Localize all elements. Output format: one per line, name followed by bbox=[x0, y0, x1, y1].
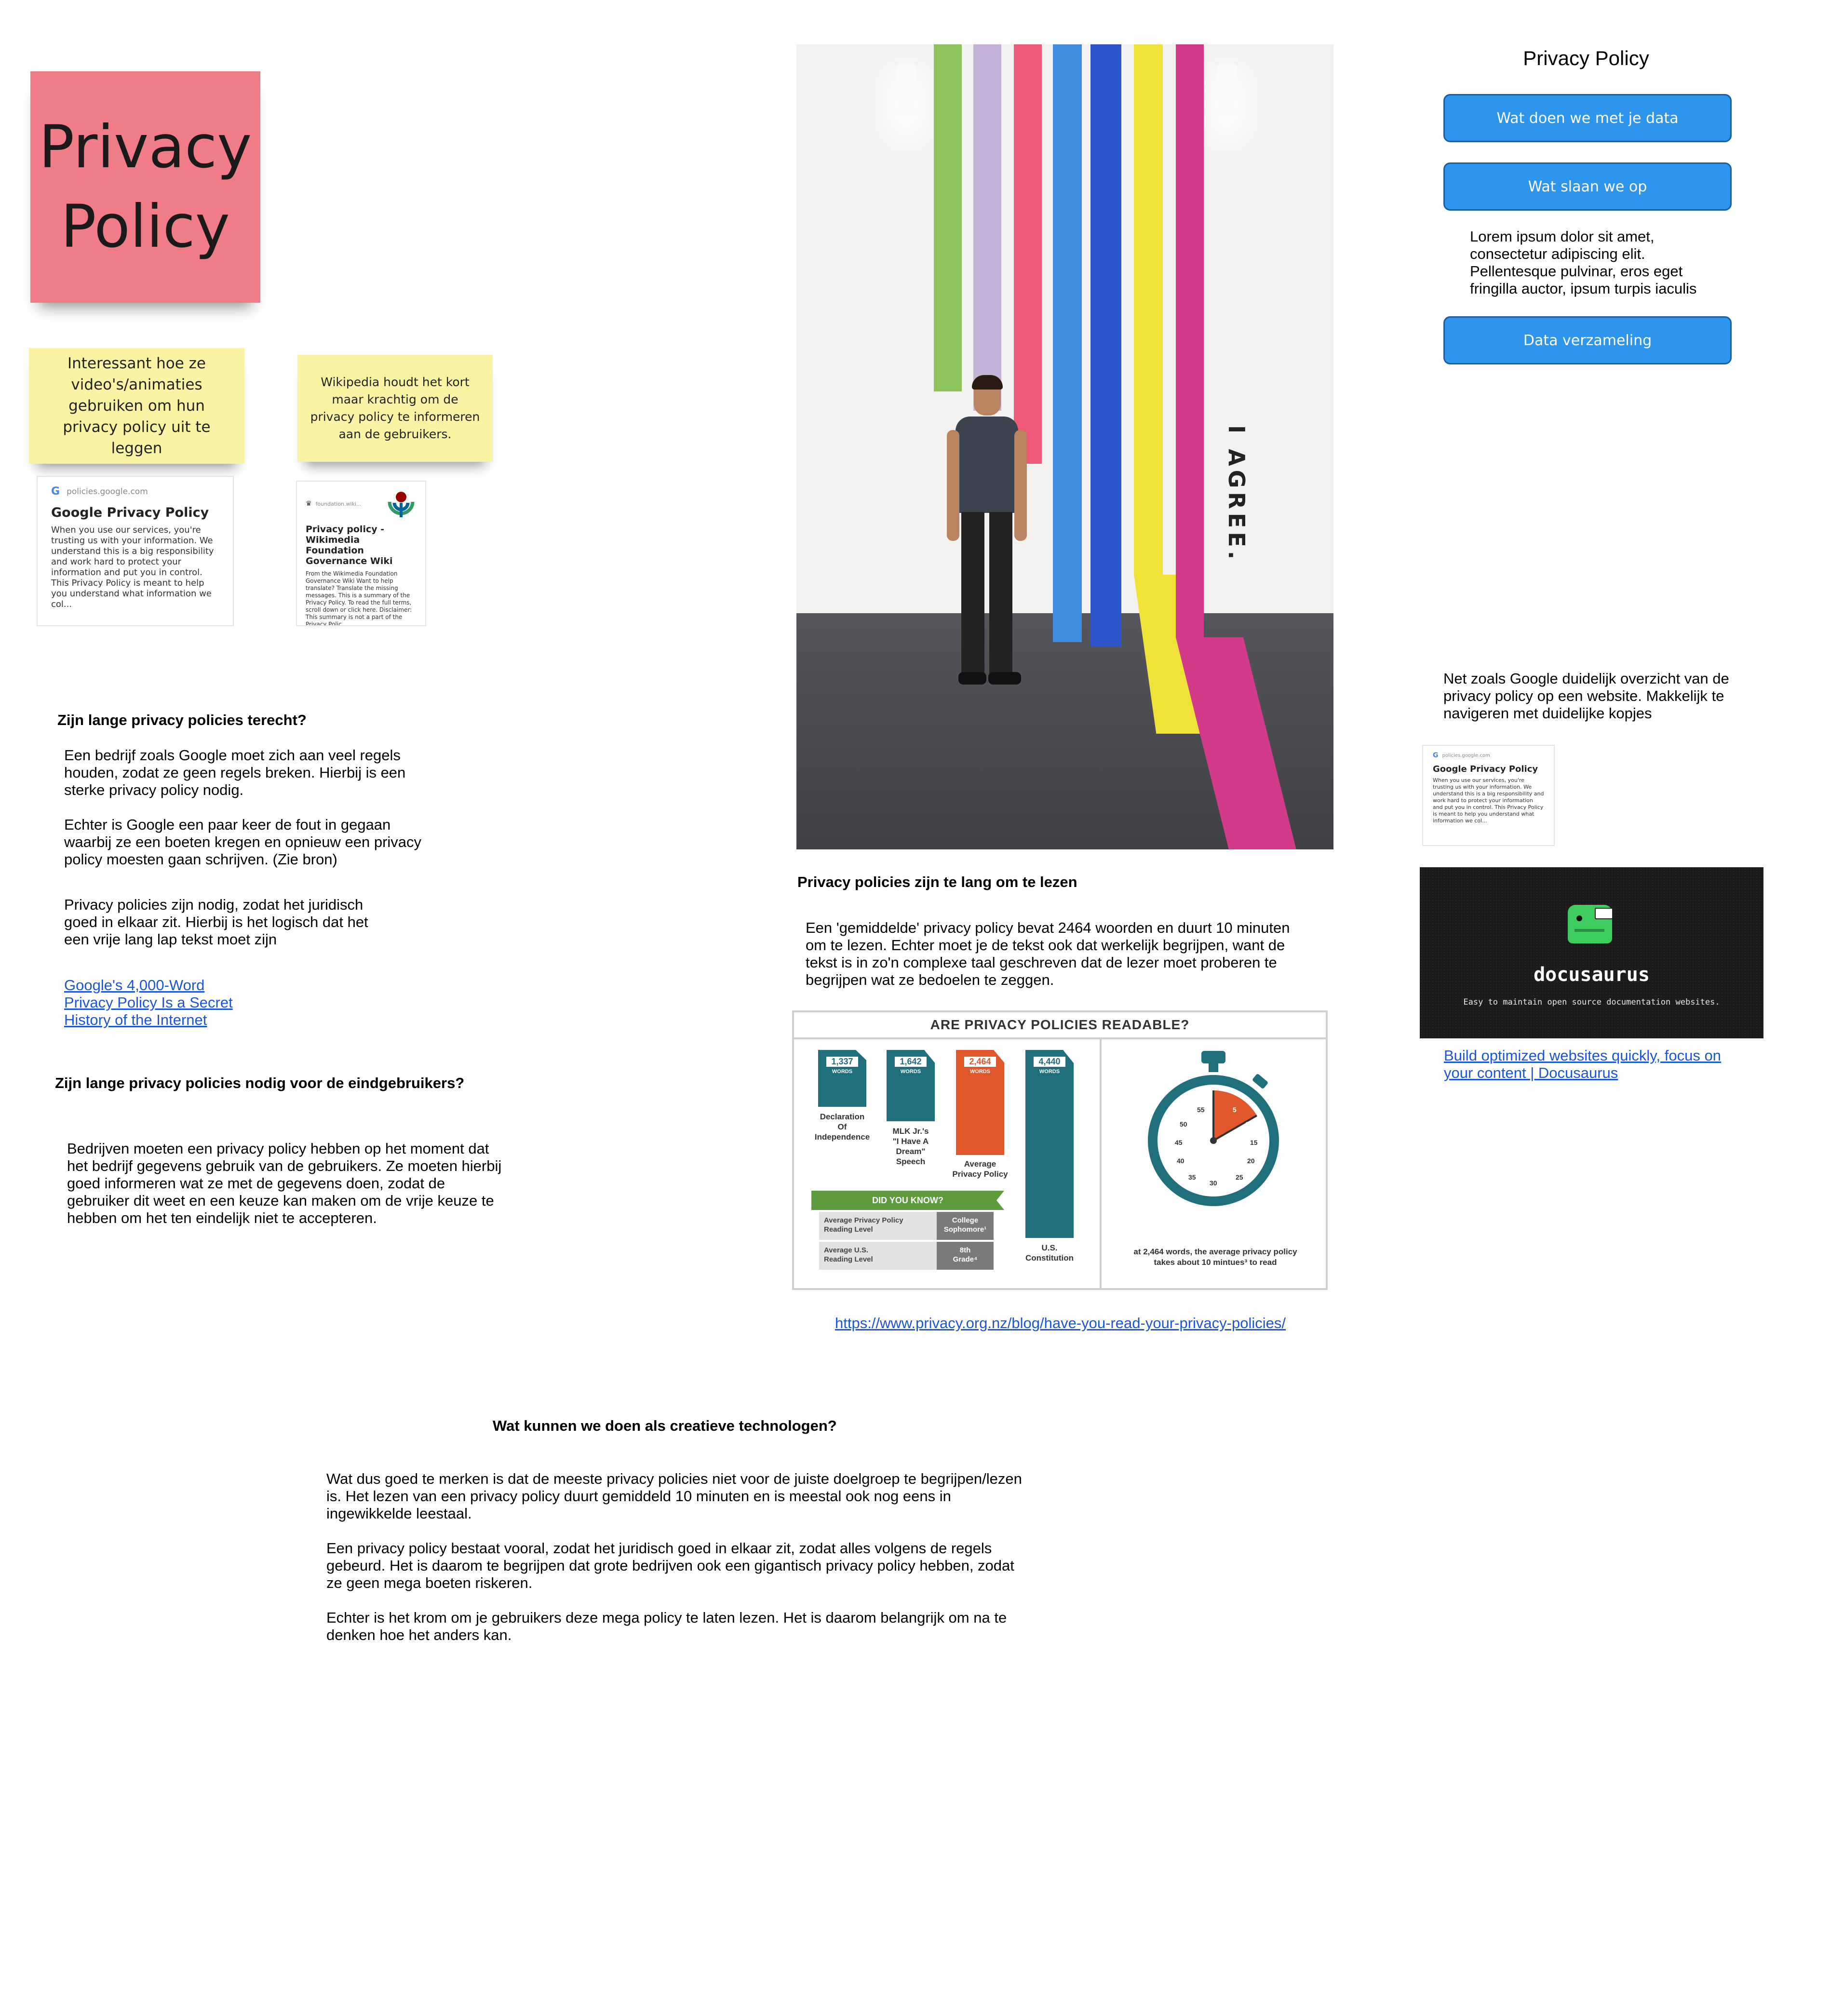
policy-scroll-blue bbox=[1053, 44, 1082, 642]
google-logo-icon: G bbox=[1433, 752, 1439, 759]
docusaurus-preview[interactable]: docusaurus Easy to maintain open source … bbox=[1420, 867, 1763, 1038]
button-what-we-store[interactable]: Wat slaan we op bbox=[1443, 162, 1732, 211]
link-privacy-secret[interactable]: Privacy Policy Is a Secret bbox=[64, 994, 233, 1011]
link-privacy-org[interactable]: https://www.privacy.org.nz/blog/have-you… bbox=[835, 1315, 1286, 1332]
title-sticky-note[interactable]: Privacy Policy bbox=[30, 71, 260, 303]
stopwatch-num: 45 bbox=[1175, 1139, 1183, 1146]
google-privacy-card[interactable]: G policies.google.com Google Privacy Pol… bbox=[37, 476, 234, 626]
stopwatch-num: 30 bbox=[1210, 1179, 1217, 1187]
google-privacy-card-small[interactable]: G policies.google.com Google Privacy Pol… bbox=[1422, 745, 1555, 846]
card-source: policies.google.com bbox=[1442, 753, 1490, 758]
text-needed-for-users: Bedrijven moeten een privacy policy hebb… bbox=[67, 1140, 502, 1226]
card-title: Privacy policy - Wikimedia Foundation Go… bbox=[306, 524, 393, 566]
policy-scroll-magenta bbox=[1176, 44, 1204, 637]
stopwatch-num: 50 bbox=[1180, 1120, 1187, 1128]
text-google-overview: Net zoals Google duidelijk overzicht van… bbox=[1443, 670, 1729, 722]
doc-count: 4,440 bbox=[1034, 1057, 1065, 1067]
reading-level-label: Average Privacy Policy Reading Level bbox=[819, 1212, 937, 1240]
policy-scroll-yellow bbox=[1134, 44, 1163, 575]
policy-scroll-lilac bbox=[973, 44, 1001, 411]
reading-level-value: College Sophomore¹ bbox=[937, 1212, 994, 1240]
stopwatch-num: 35 bbox=[1188, 1173, 1196, 1181]
doc-mlk: 1,642 WORDS bbox=[887, 1050, 935, 1121]
heading-too-long: Privacy policies zijn te lang om te leze… bbox=[797, 874, 1077, 890]
stopwatch-num: 40 bbox=[1177, 1157, 1184, 1165]
mockup-lorem: Lorem ipsum dolor sit amet, consectetur … bbox=[1470, 228, 1697, 297]
card-title: Google Privacy Policy bbox=[51, 505, 209, 520]
stopwatch-num: 10 bbox=[1245, 1120, 1253, 1128]
i-agree-photo: I AGREE. bbox=[796, 44, 1333, 849]
heading-needed-for-users: Zijn lange privacy policies nodig voor d… bbox=[55, 1075, 465, 1091]
site-favicon-icon: ♛ bbox=[306, 500, 312, 508]
doc-count: 1,642 bbox=[895, 1057, 927, 1067]
docusaurus-name: docusaurus bbox=[1534, 964, 1650, 986]
note-animations[interactable]: Interessant hoe ze video's/animaties geb… bbox=[29, 348, 244, 464]
stopwatch-num: 15 bbox=[1250, 1139, 1258, 1146]
reading-level-row: Average Privacy Policy Reading Level Col… bbox=[819, 1212, 994, 1240]
person-figure bbox=[946, 375, 1028, 714]
text-long-policies-1: Een bedrijf zoals Google moet zich aan v… bbox=[64, 747, 422, 868]
docusaurus-logo-icon bbox=[1568, 905, 1613, 943]
reading-level-value: 8th Grade⁴ bbox=[937, 1242, 994, 1270]
card-title: Google Privacy Policy bbox=[1433, 764, 1538, 774]
card-source: policies.google.com bbox=[67, 486, 148, 497]
wikimedia-logo-icon bbox=[388, 492, 415, 517]
mockup-title: Privacy Policy bbox=[1523, 47, 1649, 69]
stopwatch-num: 55 bbox=[1197, 1106, 1205, 1114]
button-data-collection[interactable]: Data verzameling bbox=[1443, 316, 1732, 364]
source-links: Google's 4,000-Word Privacy Policy Is a … bbox=[64, 977, 233, 1029]
reading-level-label: Average U.S. Reading Level bbox=[819, 1242, 937, 1270]
link-google-4000-word[interactable]: Google's 4,000-Word bbox=[64, 977, 233, 994]
google-logo-icon: G bbox=[51, 485, 60, 497]
doc-words-label: WORDS bbox=[900, 1069, 921, 1075]
card-text: From the Wikimedia Foundation Governance… bbox=[306, 570, 412, 626]
stopwatch-num: 20 bbox=[1247, 1157, 1255, 1165]
heading-long-policies: Zijn lange privacy policies terecht? bbox=[57, 712, 307, 728]
wall-lamp-icon bbox=[897, 64, 916, 117]
note-wikipedia-text: Wikipedia houdt het kort maar krachtig o… bbox=[310, 375, 480, 441]
doc-words-label: WORDS bbox=[969, 1069, 991, 1075]
infographic-title: ARE PRIVACY POLICIES READABLE? bbox=[794, 1012, 1326, 1039]
doc-count: 1,337 bbox=[826, 1057, 858, 1067]
link-history-internet[interactable]: History of the Internet bbox=[64, 1011, 233, 1029]
i-agree-sign: I AGREE. bbox=[1224, 425, 1250, 564]
doc-privacy-policy: 2,464 WORDS bbox=[956, 1050, 1004, 1155]
policy-scroll-green bbox=[934, 44, 962, 391]
card-source: foundation.wiki... bbox=[315, 500, 362, 507]
note-wikipedia[interactable]: Wikipedia houdt het kort maar krachtig o… bbox=[297, 355, 493, 462]
doc-declaration: 1,337 WORDS bbox=[818, 1050, 866, 1107]
title-note-text: Privacy Policy bbox=[39, 113, 252, 261]
doc-label-constitution: U.S. Constitution bbox=[1025, 1243, 1074, 1263]
docusaurus-tagline: Easy to maintain open source documentati… bbox=[1463, 997, 1720, 1007]
doc-count: 2,464 bbox=[964, 1057, 996, 1067]
card-text: When you use our services, you're trusti… bbox=[51, 525, 214, 609]
text-creative: Wat dus goed te merken is dat de meeste … bbox=[326, 1470, 1022, 1643]
doc-constitution: 4,440 WORDS bbox=[1025, 1050, 1074, 1238]
link-docusaurus[interactable]: Build optimized websites quickly, focus … bbox=[1444, 1047, 1721, 1082]
button-data-usage[interactable]: Wat doen we met je data bbox=[1443, 94, 1732, 142]
policy-scroll-navy bbox=[1090, 44, 1121, 647]
stopwatch-num: 25 bbox=[1236, 1173, 1243, 1181]
card-text: When you use our services, you're trusti… bbox=[1433, 777, 1544, 824]
doc-words-label: WORDS bbox=[1039, 1069, 1060, 1075]
stopwatch-num: 5 bbox=[1233, 1106, 1237, 1114]
reading-level-row: Average U.S. Reading Level 8th Grade⁴ bbox=[819, 1242, 994, 1270]
readability-infographic: ARE PRIVACY POLICIES READABLE? 1,337 WOR… bbox=[792, 1010, 1328, 1290]
doc-label-privacy-policy: Average Privacy Policy bbox=[952, 1159, 1008, 1179]
text-too-long: Een 'gemiddelde' privacy policy bevat 24… bbox=[806, 919, 1290, 988]
did-you-know-banner: DID YOU KNOW? bbox=[811, 1191, 1004, 1210]
doc-label-declaration: Declaration Of Independence bbox=[814, 1112, 870, 1142]
wall-lamp-icon bbox=[1217, 64, 1237, 117]
note-animations-text: Interessant hoe ze video's/animaties geb… bbox=[63, 355, 211, 457]
wikimedia-privacy-card[interactable]: ♛ foundation.wiki... Privacy policy - Wi… bbox=[296, 481, 426, 626]
heading-creative: Wat kunnen we doen als creatieve technol… bbox=[493, 1417, 837, 1434]
stopwatch-caption: at 2,464 words, the average privacy poli… bbox=[1133, 1247, 1297, 1267]
doc-words-label: WORDS bbox=[832, 1069, 853, 1075]
doc-label-mlk: MLK Jr.'s "I Have A Dream" Speech bbox=[892, 1127, 929, 1166]
text-long-policies-2: Privacy policies zijn nodig, zodat het j… bbox=[64, 896, 368, 948]
